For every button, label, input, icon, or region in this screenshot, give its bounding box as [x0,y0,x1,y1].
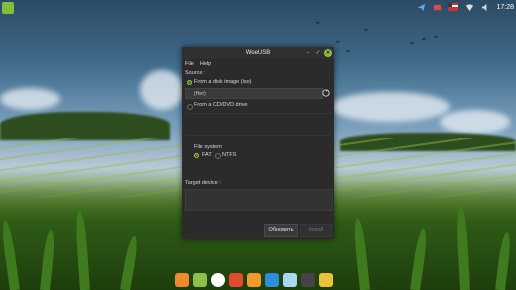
minimize-icon[interactable]: – [304,49,312,57]
source-label: Source : [185,70,206,76]
web-app-icon[interactable] [283,273,297,287]
clock[interactable]: 17:28 [496,4,514,11]
cloud [440,110,510,134]
install-button[interactable]: Install [300,224,332,237]
bird-icon: ⌄ [314,17,322,27]
dock [175,270,333,290]
bird-icon: ⌄ [362,24,370,34]
divider [185,113,331,114]
tree-line [0,112,170,140]
target-device-list[interactable] [185,189,333,211]
cloud [140,70,184,110]
system-tray: 17:28 [416,0,516,14]
bird-icon: ⌄ [432,31,440,41]
cloud [330,92,450,122]
firefox-icon[interactable] [175,273,189,287]
refresh-button[interactable]: Обновить [264,224,298,237]
close-icon[interactable]: × [324,49,332,57]
option-iso-label[interactable]: From a disk image (iso) [194,79,251,85]
network-icon[interactable] [464,2,474,12]
music-icon[interactable] [211,273,225,287]
fs-ntfs-label[interactable]: NTFS [222,152,236,158]
folder-icon[interactable] [321,88,331,98]
radio-fat[interactable] [194,153,199,158]
fs-fat-label[interactable]: FAT [202,152,212,158]
maximize-icon[interactable]: ✓ [314,49,322,57]
telegram-icon[interactable] [416,2,426,12]
app-center-icon[interactable] [229,273,243,287]
titlebar[interactable]: WoeUSB – ✓ × [182,47,334,59]
update-icon[interactable] [432,2,442,12]
media-player-icon[interactable] [247,273,261,287]
woeusb-window: WoeUSB – ✓ × File Help Source : From a d… [182,47,334,239]
iso-file-value: (Нет) [194,91,206,97]
bird-icon: ⌄ [344,45,352,55]
menubar: File Help [182,59,334,68]
files-icon[interactable] [193,273,207,287]
bird-icon: ⌄ [334,36,342,46]
volume-icon[interactable] [480,2,490,12]
camera-icon[interactable] [265,273,279,287]
bird-icon: ⌄ [408,37,416,47]
menu-help[interactable]: Help [200,61,211,67]
divider [185,135,331,136]
gear-icon[interactable] [319,273,333,287]
radio-cd[interactable] [187,104,193,110]
radio-iso[interactable] [187,80,192,85]
radio-ntfs[interactable] [215,153,221,159]
mint-menu-icon[interactable] [2,2,14,14]
menu-file[interactable]: File [185,61,194,67]
keyboard-layout-icon[interactable] [448,2,459,12]
bird-icon: ⌄ [420,33,428,43]
tools-icon[interactable] [301,273,315,287]
cloud [0,88,60,110]
target-device-label: Target device : [185,180,221,186]
filesystem-label: File system [194,144,222,150]
option-cd-label[interactable]: From a CD/DVD drive [194,102,247,108]
window-title: WoeUSB [245,50,271,56]
